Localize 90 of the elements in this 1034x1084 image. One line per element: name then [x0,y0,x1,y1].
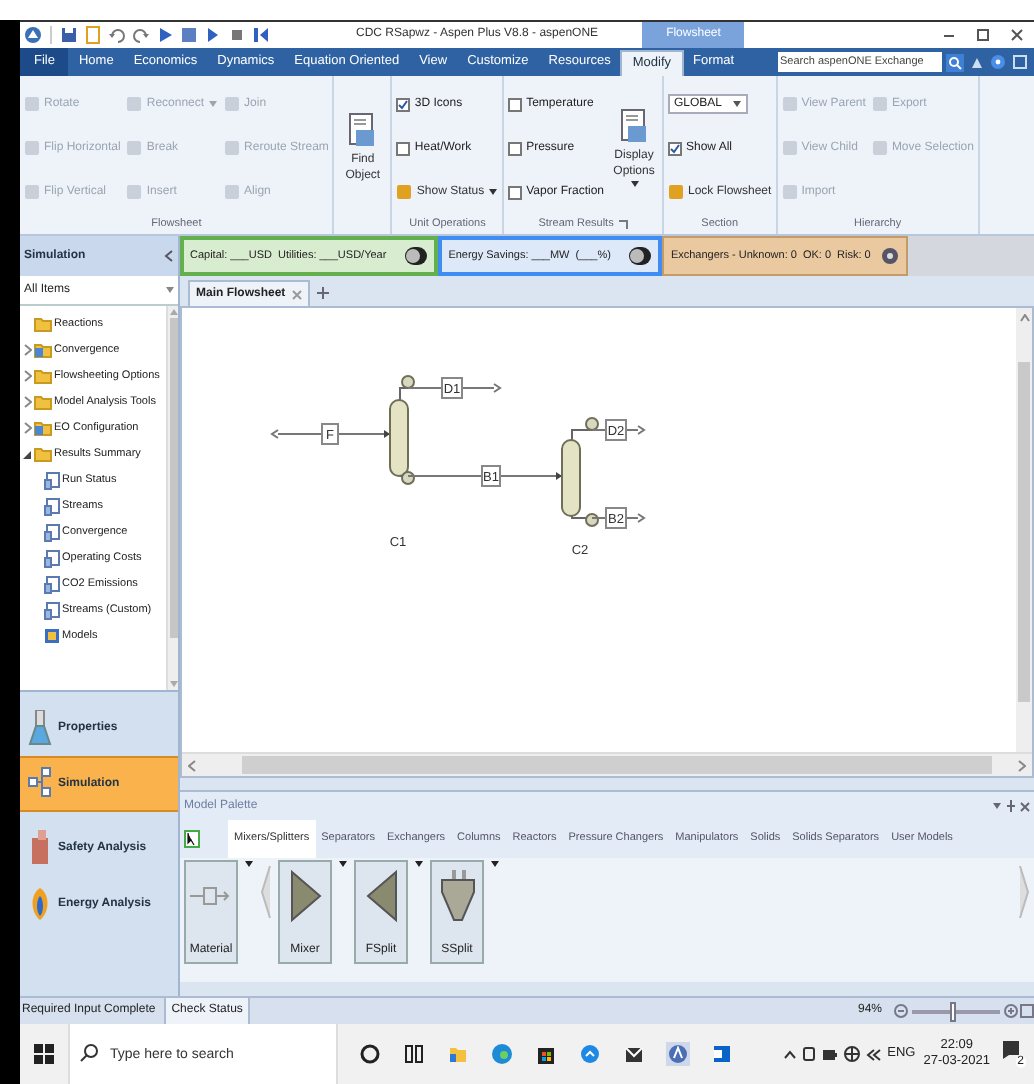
caret-icon[interactable] [414,860,424,868]
toggle-switch[interactable] [628,246,653,266]
zoom-out-icon[interactable] [894,1004,908,1018]
outlook-icon[interactable] [710,1042,734,1066]
battery-icon[interactable] [821,1047,838,1061]
scroll-up-icon[interactable] [1019,314,1029,322]
caret-icon[interactable] [629,180,639,188]
command-icon [618,108,650,148]
command-icon [224,140,241,156]
energy-icon [28,886,52,922]
stop-icon[interactable] [228,26,246,44]
store-icon[interactable] [534,1042,558,1066]
step-icon[interactable] [204,26,222,44]
tray-expand-icon[interactable] [783,1049,796,1059]
pointer-icon[interactable] [184,830,200,848]
flask-icon [28,710,52,746]
add-tab-icon[interactable] [315,286,330,300]
document-icon [44,601,60,619]
task-view-icon[interactable] [402,1042,426,1066]
slider-thumb[interactable] [949,1001,956,1021]
command-icon [346,112,379,152]
mail-icon[interactable] [622,1042,646,1066]
search-icon [80,1044,98,1062]
reinitialize-icon[interactable] [180,26,198,44]
command-icon [126,184,143,200]
blocks-icon [28,766,52,802]
messenger-icon[interactable] [578,1042,602,1066]
command-icon [126,96,143,112]
redo-icon[interactable] [132,26,150,44]
scrollbar[interactable] [1016,308,1032,752]
collapse-ribbon-icon[interactable] [970,55,984,69]
fit-icon[interactable] [1020,1004,1034,1018]
document-icon [44,471,60,489]
command-icon [126,140,143,156]
command-icon [871,96,888,112]
folder-icon [34,316,52,332]
notification-icon [1002,1040,1020,1060]
scrollbar[interactable] [182,752,1032,776]
browser-icon[interactable] [490,1042,514,1066]
command-icon [396,184,413,200]
reset-icon[interactable] [252,26,270,44]
command-icon [781,184,798,200]
document-icon [44,575,60,593]
caret-icon[interactable] [338,860,348,868]
document-icon [44,523,60,541]
command-icon [224,184,241,200]
run-icon[interactable] [156,26,174,44]
blocks-icon [44,628,60,644]
command-icon [871,140,888,156]
expanded-arrow-icon[interactable] [22,449,32,459]
safety-icon [28,830,52,866]
folder-icon [34,342,52,358]
caret-icon[interactable] [490,860,500,868]
search-icon[interactable] [946,53,964,71]
check-icon [398,99,409,109]
caret-icon[interactable] [732,100,742,108]
distillation-column[interactable] [389,375,415,485]
zoom-in-icon[interactable] [1004,1004,1018,1018]
gear-icon[interactable] [880,246,901,266]
aspen-app-icon[interactable] [666,1042,690,1066]
folder-icon [34,420,52,436]
close-icon[interactable] [1008,26,1026,44]
collapse-icon[interactable] [164,250,174,262]
command-icon [668,184,684,200]
command-icon [24,184,40,200]
save-icon[interactable] [60,26,78,44]
window-option-icon[interactable] [1012,54,1028,70]
document-icon [44,549,60,567]
cortana-icon[interactable] [358,1042,382,1066]
toggle-switch[interactable] [404,246,429,266]
document-icon [44,497,60,515]
dialog-launcher-icon[interactable] [617,219,628,229]
command-icon [24,96,40,112]
maximize-icon[interactable] [974,26,992,44]
undo-icon[interactable] [108,26,126,44]
scroll-left-icon[interactable] [188,759,196,771]
globe-icon[interactable] [843,1046,860,1062]
folder-icon [34,446,52,462]
distillation-column[interactable] [561,417,599,527]
help-icon[interactable] [990,54,1006,70]
scroll-right-icon[interactable] [1018,759,1026,771]
close-icon[interactable] [1020,801,1030,811]
folder-icon[interactable] [446,1042,470,1066]
command-icon [224,96,241,112]
command-icon [781,96,798,112]
check-icon [670,143,680,153]
command-icon [24,140,40,156]
windows-start-icon[interactable] [34,1044,54,1064]
caret-icon[interactable] [488,188,499,196]
command-icon [781,140,798,156]
